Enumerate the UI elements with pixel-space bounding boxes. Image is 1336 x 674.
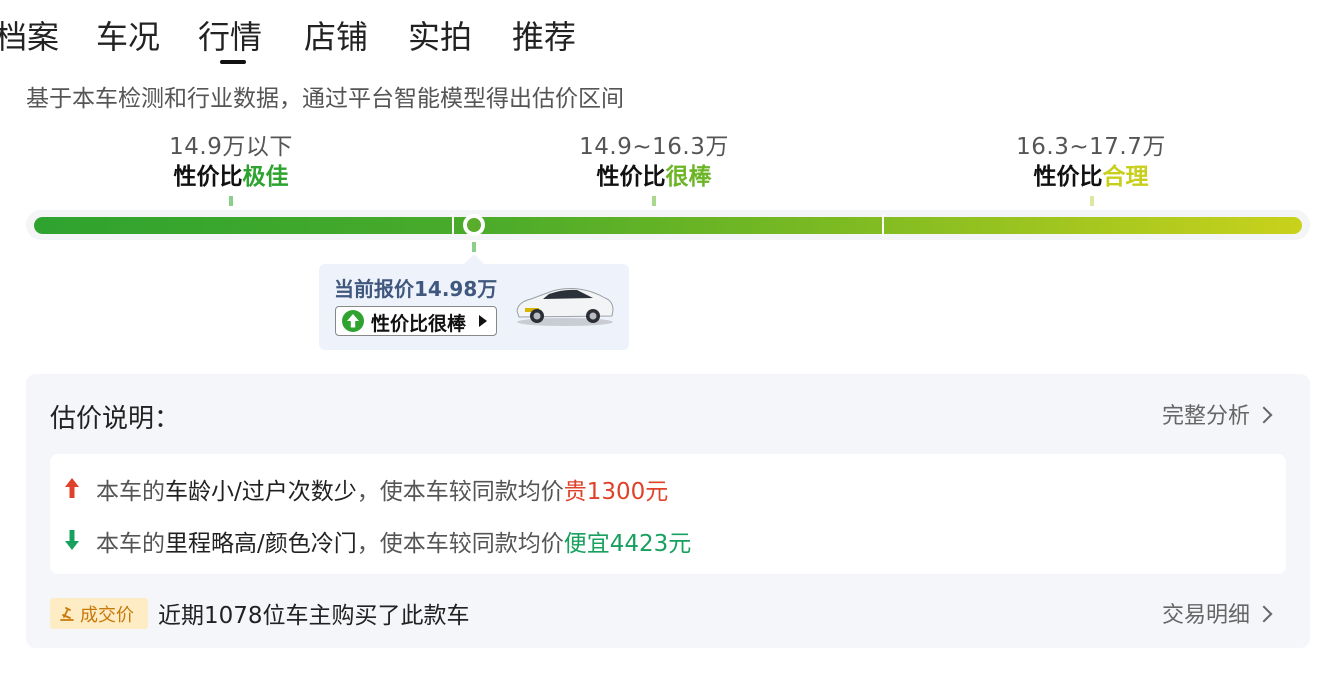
bar-divider [882,215,884,236]
deal-price-tag: 成交价 [50,598,148,629]
range-excellent: 14.9万以下 性价比极佳 [111,132,351,192]
play-arrow-icon [479,315,487,327]
range-price: 14.9~16.3万 [579,134,729,160]
tab-recommend[interactable]: 推荐 [512,16,576,58]
hammer-icon [60,607,74,621]
value-rating-button[interactable]: 性价比很棒 [335,306,497,336]
current-price: 当前报价14.98万 [334,277,498,301]
range-price: 16.3~17.7万 [1016,134,1166,160]
tooltip-arrow [464,254,484,264]
current-price-card: 当前报价14.98万 性价比很棒 [319,264,629,350]
range-pointer-dots [652,196,656,206]
deal-count-text: 近期1078位车主购买了此款车 [158,603,470,629]
tab-store[interactable]: 店铺 [304,16,368,58]
tab-condition[interactable]: 车况 [96,16,160,58]
tab-market[interactable]: 行情 [198,16,262,58]
estimate-subtitle: 基于本车检测和行业数据，通过平台智能模型得出估价区间 [26,86,624,112]
arrow-up-icon [342,310,364,332]
range-great: 14.9~16.3万 性价比很棒 [534,132,774,192]
marker-pointer-dots [472,242,476,252]
chevron-right-icon [1255,605,1273,623]
tab-bar: 档案 车况 行情 店铺 实拍 推荐 [0,0,1336,70]
value-rating-label: 性价比很棒 [371,313,467,335]
car-image [516,288,614,326]
reason-item: 本车的车龄小/过户次数少，使本车较同款均价贵1300元 [96,479,669,505]
reasons-box: 本车的车龄小/过户次数少，使本车较同款均价贵1300元 本车的里程略高/颜色冷门… [50,454,1286,574]
bar-divider [452,215,454,236]
current-price-marker [463,214,485,236]
full-analysis-link[interactable]: 完整分析 [1162,398,1273,430]
chevron-right-icon [1255,406,1273,424]
range-reasonable: 16.3~17.7万 性价比合理 [971,132,1211,192]
tab-archive[interactable]: 档案 [0,16,59,58]
range-label: 性价比极佳 [173,164,289,190]
range-pointer-dots [229,196,233,206]
estimate-explanation-card: 估价说明： 完整分析 本车的车龄小/过户次数少，使本车较同款均价贵1300元 本… [26,374,1310,648]
price-bar [34,217,1302,234]
reason-item: 本车的里程略高/颜色冷门，使本车较同款均价便宜4423元 [96,531,692,557]
arrow-down-icon [65,530,79,550]
deal-tag-label: 成交价 [80,605,134,626]
tab-photos[interactable]: 实拍 [408,16,472,58]
range-pointer-dots [1090,196,1094,206]
arrow-up-icon [65,478,79,498]
range-label: 性价比合理 [1033,164,1149,190]
transaction-details-link[interactable]: 交易明细 [1162,597,1273,629]
explanation-title: 估价说明： [50,404,181,434]
active-tab-indicator [220,60,246,64]
range-price: 14.9万以下 [169,134,293,160]
range-label: 性价比很棒 [596,164,712,190]
